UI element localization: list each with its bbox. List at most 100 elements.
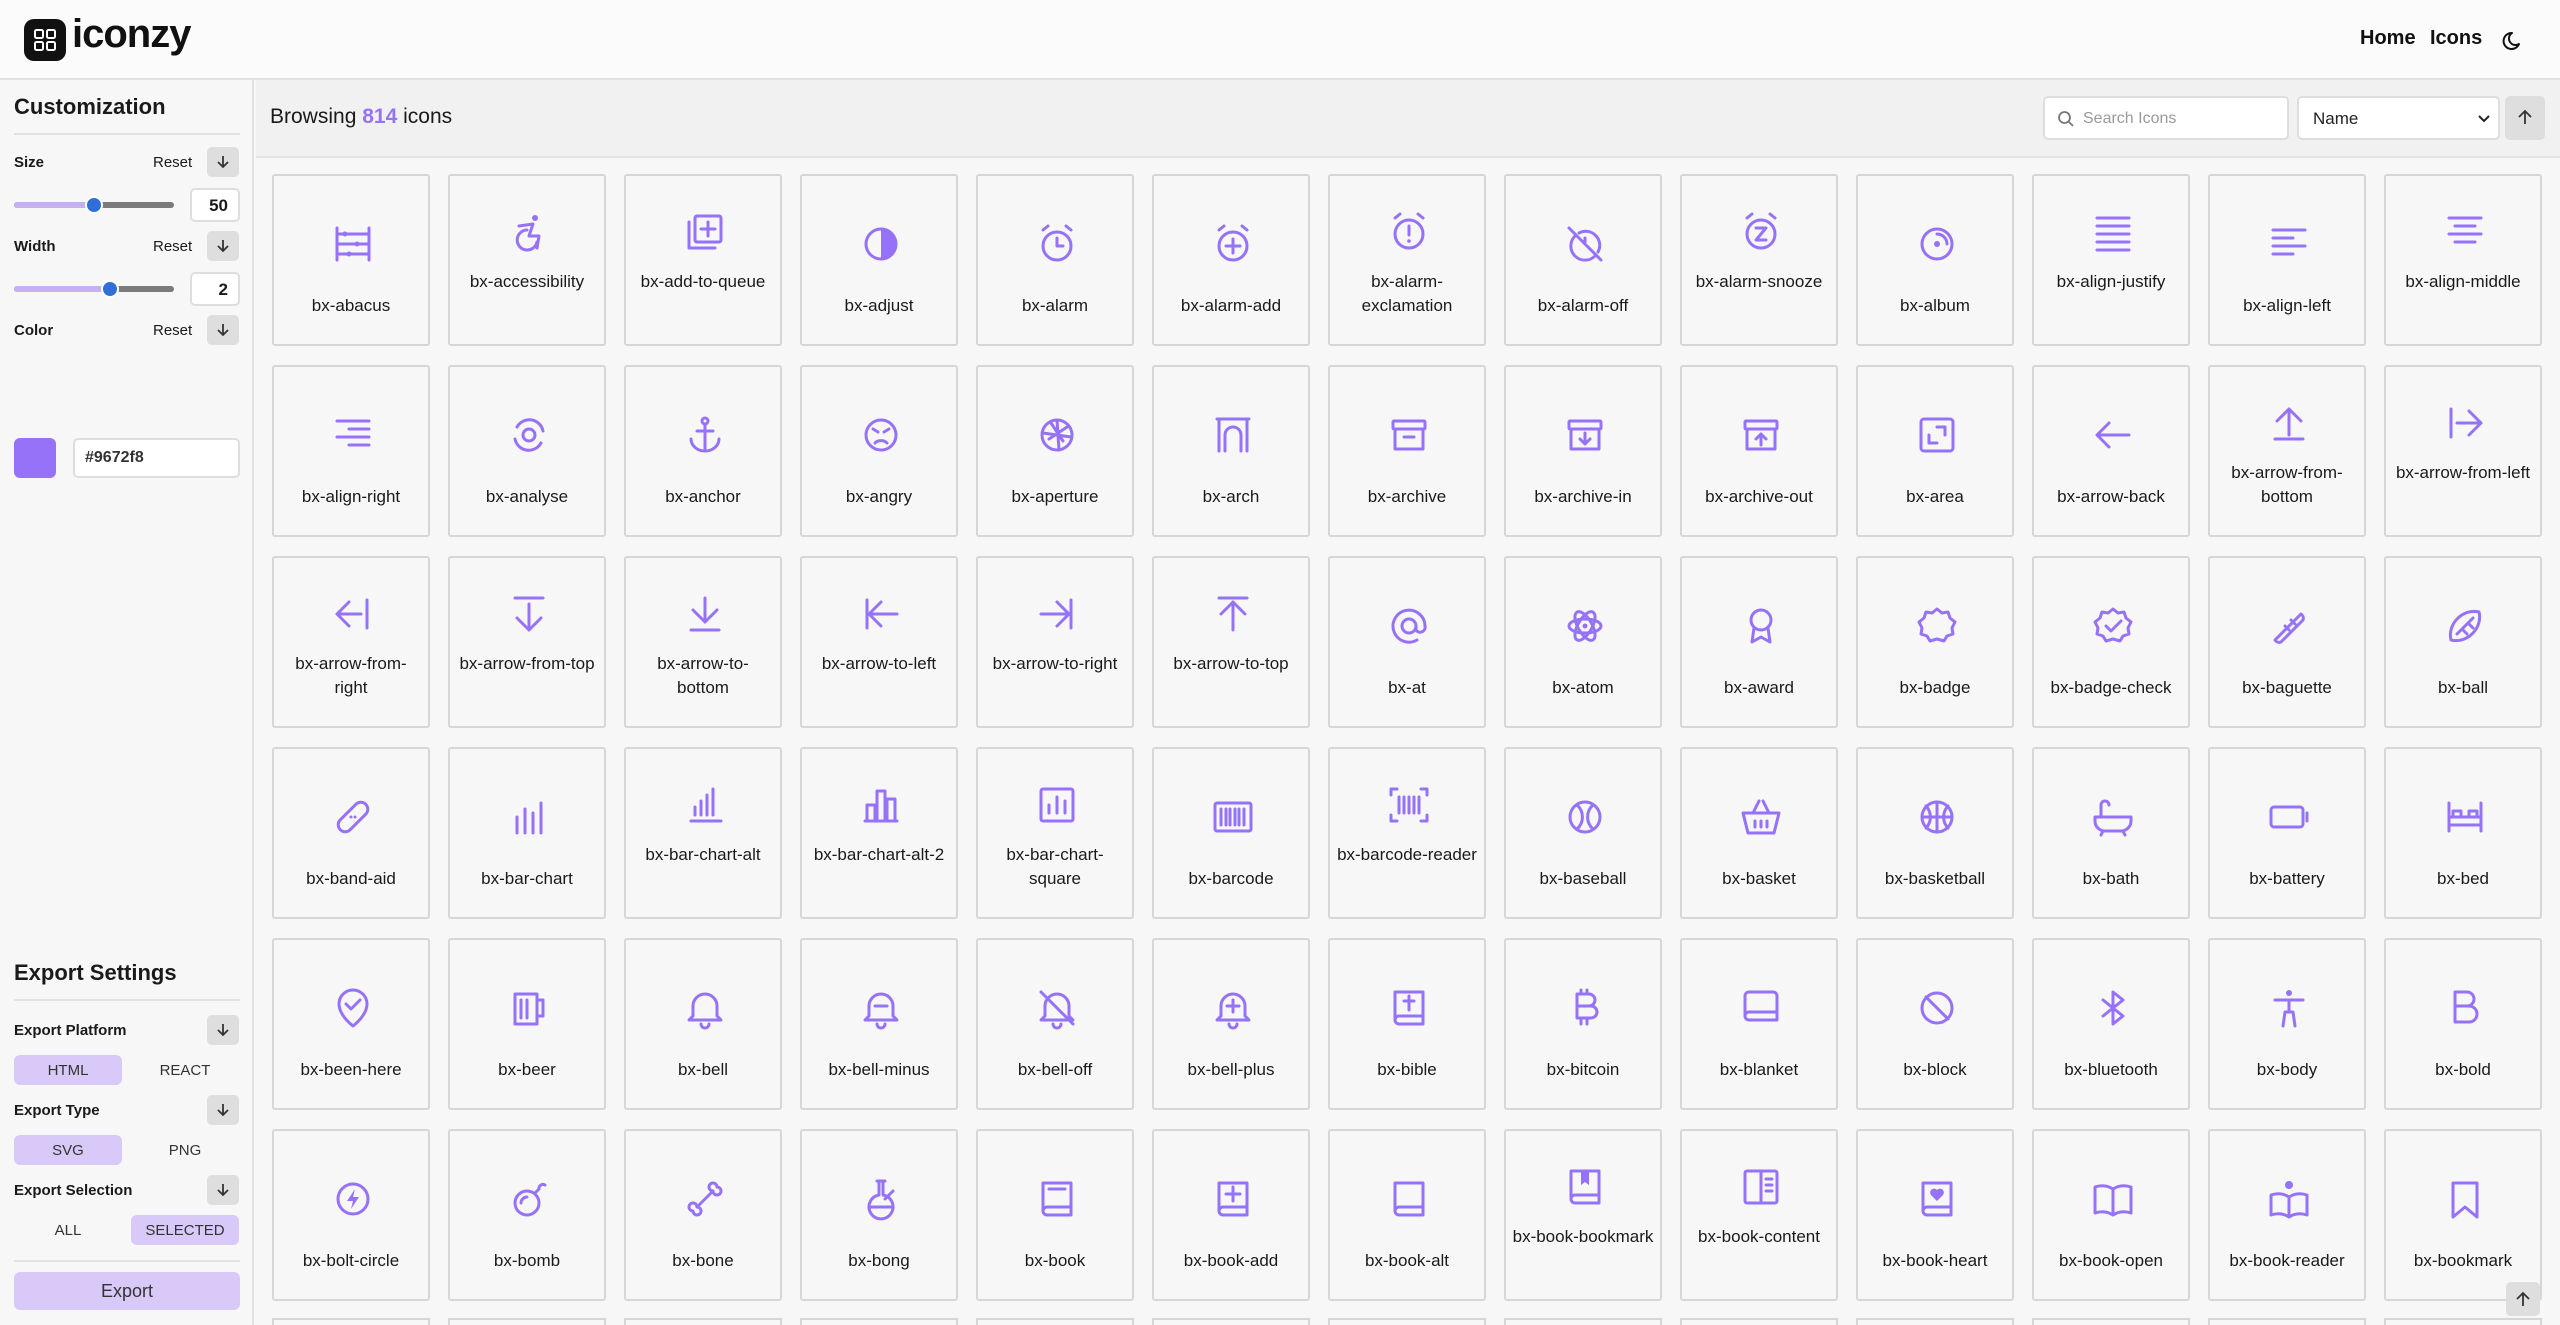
width-reset-button[interactable]: Reset — [153, 238, 192, 255]
icon-card[interactable]: bx-book-heart — [1856, 1129, 2014, 1301]
icon-card[interactable]: bx-bold — [2384, 938, 2542, 1110]
icon-card[interactable]: bx-basketball — [1856, 747, 2014, 919]
icon-card[interactable]: bx-arch — [1152, 365, 1310, 537]
icon-card[interactable]: bx-basket — [1680, 747, 1838, 919]
width-expand-button[interactable] — [207, 231, 239, 261]
icon-card-partial[interactable] — [2208, 1318, 2366, 1325]
icon-card[interactable]: bx-add-to-queue — [624, 174, 782, 346]
nav-icons-link[interactable]: Icons — [2430, 27, 2482, 50]
icon-card[interactable]: bx-archive — [1328, 365, 1486, 537]
icon-card[interactable]: bx-alarm-off — [1504, 174, 1662, 346]
icon-card-partial[interactable] — [2384, 1318, 2542, 1325]
export-platform-expand-button[interactable] — [207, 1015, 239, 1045]
icon-card[interactable]: bx-blanket — [1680, 938, 1838, 1110]
icon-card[interactable]: bx-arrow-from-left — [2384, 365, 2542, 537]
icon-card[interactable]: bx-bookmark — [2384, 1129, 2542, 1301]
icon-card[interactable]: bx-align-justify — [2032, 174, 2190, 346]
icon-card[interactable]: bx-alarm-snooze — [1680, 174, 1838, 346]
icon-card[interactable]: bx-bell-plus — [1152, 938, 1310, 1110]
icon-card[interactable]: bx-bell-off — [976, 938, 1134, 1110]
export-type-svg-option[interactable]: SVG — [14, 1135, 122, 1165]
icon-card[interactable]: bx-angry — [800, 365, 958, 537]
icon-card-partial[interactable] — [448, 1318, 606, 1325]
icon-card-partial[interactable] — [2032, 1318, 2190, 1325]
icon-card[interactable]: bx-bong — [800, 1129, 958, 1301]
size-slider-thumb[interactable] — [85, 196, 103, 214]
icon-card[interactable]: bx-bath — [2032, 747, 2190, 919]
icon-card-partial[interactable] — [1152, 1318, 1310, 1325]
logo-text[interactable]: iconzy — [72, 12, 191, 57]
icon-card[interactable]: bx-bell — [624, 938, 782, 1110]
color-expand-button[interactable] — [207, 315, 239, 345]
icon-card[interactable]: bx-band-aid — [272, 747, 430, 919]
icon-card[interactable]: bx-arrow-to-top — [1152, 556, 1310, 728]
width-value-input[interactable]: 2 — [190, 272, 240, 306]
icon-card[interactable]: bx-book — [976, 1129, 1134, 1301]
width-slider[interactable] — [14, 280, 174, 298]
icon-card[interactable]: bx-alarm-add — [1152, 174, 1310, 346]
icon-card[interactable]: bx-align-left — [2208, 174, 2366, 346]
icon-card[interactable]: bx-bar-chart-alt — [624, 747, 782, 919]
icon-card[interactable]: bx-area — [1856, 365, 2014, 537]
icon-card[interactable]: bx-baseball — [1504, 747, 1662, 919]
icon-card[interactable]: bx-been-here — [272, 938, 430, 1110]
icon-card-partial[interactable] — [976, 1318, 1134, 1325]
icon-card[interactable]: bx-anchor — [624, 365, 782, 537]
icon-card[interactable]: bx-book-bookmark — [1504, 1129, 1662, 1301]
icon-card[interactable]: bx-block — [1856, 938, 2014, 1110]
icon-card[interactable]: bx-bar-chart — [448, 747, 606, 919]
color-reset-button[interactable]: Reset — [153, 322, 192, 339]
export-platform-html-option[interactable]: HTML — [14, 1055, 122, 1085]
icon-card[interactable]: bx-alarm — [976, 174, 1134, 346]
icon-card[interactable]: bx-at — [1328, 556, 1486, 728]
icon-card[interactable]: bx-bar-chart-square — [976, 747, 1134, 919]
icon-card[interactable]: bx-arrow-from-top — [448, 556, 606, 728]
icon-card-partial[interactable] — [272, 1318, 430, 1325]
size-reset-button[interactable]: Reset — [153, 154, 192, 171]
icon-card[interactable]: bx-adjust — [800, 174, 958, 346]
icon-card[interactable]: bx-ball — [2384, 556, 2542, 728]
search-input[interactable] — [2083, 107, 2278, 131]
color-swatch[interactable] — [14, 438, 56, 478]
icon-card-partial[interactable] — [800, 1318, 958, 1325]
icon-card[interactable]: bx-align-middle — [2384, 174, 2542, 346]
size-value-input[interactable]: 50 — [190, 188, 240, 222]
icon-card[interactable]: bx-bomb — [448, 1129, 606, 1301]
icon-card[interactable]: bx-beer — [448, 938, 606, 1110]
sort-select[interactable]: Name — [2297, 96, 2500, 140]
scroll-to-top-button[interactable] — [2506, 1282, 2540, 1316]
export-platform-react-option[interactable]: REACT — [131, 1055, 239, 1085]
icon-card[interactable]: bx-arrow-to-left — [800, 556, 958, 728]
icon-card[interactable]: bx-album — [1856, 174, 2014, 346]
logo-icon[interactable] — [24, 19, 66, 61]
nav-home-link[interactable]: Home — [2360, 27, 2416, 50]
icon-card[interactable]: bx-body — [2208, 938, 2366, 1110]
icon-card[interactable]: bx-book-open — [2032, 1129, 2190, 1301]
export-button[interactable]: Export — [14, 1272, 240, 1310]
dark-mode-toggle-moon-icon[interactable] — [2500, 26, 2528, 54]
export-type-expand-button[interactable] — [207, 1095, 239, 1125]
icon-card[interactable]: bx-accessibility — [448, 174, 606, 346]
icon-card[interactable]: bx-arrow-from-bottom — [2208, 365, 2366, 537]
width-slider-thumb[interactable] — [101, 280, 119, 298]
icon-card[interactable]: bx-alarm-exclamation — [1328, 174, 1486, 346]
export-selection-selected-option[interactable]: SELECTED — [131, 1215, 239, 1245]
icon-card[interactable]: bx-arrow-to-right — [976, 556, 1134, 728]
icon-card[interactable]: bx-battery — [2208, 747, 2366, 919]
icon-card-partial[interactable] — [1856, 1318, 2014, 1325]
icon-card[interactable]: bx-bolt-circle — [272, 1129, 430, 1301]
icon-card[interactable]: bx-archive-out — [1680, 365, 1838, 537]
icon-card[interactable]: bx-badge-check — [2032, 556, 2190, 728]
icon-card-partial[interactable] — [624, 1318, 782, 1325]
icon-card[interactable]: bx-book-alt — [1328, 1129, 1486, 1301]
icon-card[interactable]: bx-align-right — [272, 365, 430, 537]
icon-card[interactable]: bx-bone — [624, 1129, 782, 1301]
size-slider[interactable] — [14, 196, 174, 214]
icon-card[interactable]: bx-abacus — [272, 174, 430, 346]
export-selection-expand-button[interactable] — [207, 1175, 239, 1205]
icon-card[interactable]: bx-barcode — [1152, 747, 1310, 919]
size-expand-button[interactable] — [207, 147, 239, 177]
icon-card-partial[interactable] — [1680, 1318, 1838, 1325]
icon-card[interactable]: bx-bible — [1328, 938, 1486, 1110]
export-selection-all-option[interactable]: ALL — [14, 1215, 122, 1245]
